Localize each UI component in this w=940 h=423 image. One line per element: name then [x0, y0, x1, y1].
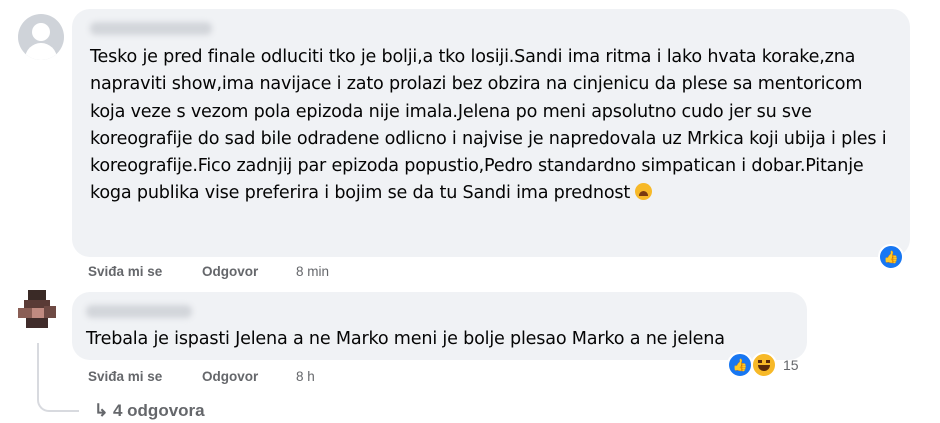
reply-arrow-icon: ↳: [94, 401, 109, 420]
timestamp[interactable]: 8 min: [296, 264, 329, 279]
comment-bubble: Tesko je pred finale odluciti tko je bol…: [72, 9, 910, 257]
avatar-body-shape: [25, 43, 57, 60]
upside-down-face-emoji-icon: [635, 183, 653, 201]
comment-text: Trebala je ispasti Jelena a ne Marko men…: [86, 329, 725, 349]
reply-link[interactable]: Odgovor: [202, 369, 258, 384]
timestamp[interactable]: 8 h: [296, 369, 315, 384]
reaction-count[interactable]: 15: [783, 357, 799, 373]
comment-bubble: Trebala je ispasti Jelena a ne Marko men…: [72, 292, 807, 360]
like-link[interactable]: Sviđa mi se: [88, 369, 162, 384]
replies-count-label: 4 odgovora: [112, 401, 205, 420]
avatar[interactable]: [14, 286, 60, 332]
commenter-name-blurred[interactable]: [86, 305, 192, 318]
reply-link[interactable]: Odgovor: [202, 264, 258, 279]
comment-text: Tesko je pred finale odluciti tko je bol…: [90, 47, 887, 204]
view-replies-link[interactable]: ↳ 4 odgovora: [94, 401, 205, 421]
like-reaction-icon[interactable]: 👍: [878, 244, 904, 270]
avatar-head-shape: [32, 23, 50, 41]
like-reaction-icon[interactable]: 👍: [727, 352, 753, 378]
avatar[interactable]: [18, 14, 64, 60]
commenter-name-blurred[interactable]: [90, 22, 212, 35]
like-link[interactable]: Sviđa mi se: [88, 264, 162, 279]
haha-reaction-icon[interactable]: [751, 352, 777, 378]
thread-connector: [37, 343, 79, 412]
